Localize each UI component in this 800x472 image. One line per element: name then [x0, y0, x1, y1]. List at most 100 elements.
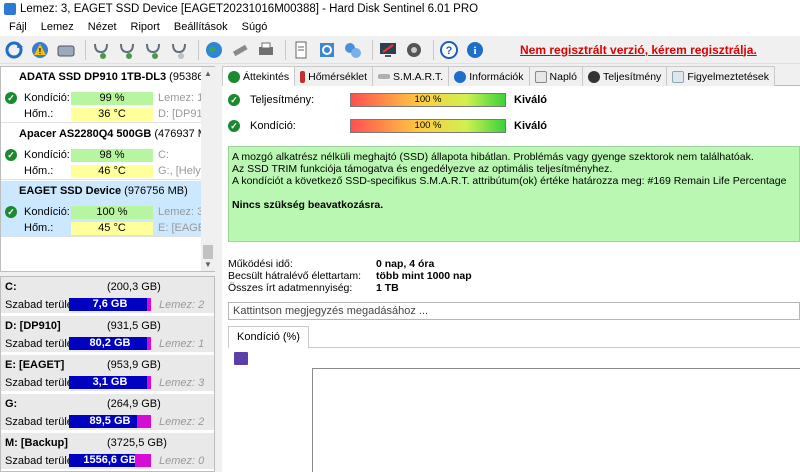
free-space-label: Szabad terület	[5, 416, 76, 428]
temp-value: 46 °C	[71, 164, 153, 178]
alert-icon[interactable]: !	[29, 39, 51, 61]
toolbar-separator	[198, 39, 199, 60]
health-chart-area	[312, 368, 800, 472]
info-value: több mint 1000 nap	[376, 270, 472, 282]
used-space-marker	[147, 337, 151, 350]
disk-aux: Lemez: 1	[158, 92, 201, 104]
tab-smart[interactable]: S.M.A.R.T.	[372, 66, 450, 86]
performance-value: 100 %	[414, 94, 442, 105]
disk-aux: D: [DP910]	[158, 108, 201, 120]
registration-warning-link[interactable]: Nem regisztrált verzió, kérem regisztrál…	[520, 43, 757, 57]
disk-name: ADATA SSD DP910 1TB-DL3 (953867 MB	[19, 71, 201, 83]
sync-icon[interactable]	[316, 39, 338, 61]
disk-item[interactable]: Apacer AS2280Q4 500GB (476937 MB) L ✓ Kon…	[1, 124, 201, 180]
scroll-thumb[interactable]	[203, 245, 213, 259]
check-icon: ✓	[5, 92, 17, 104]
free-space-label: Szabad terület	[5, 455, 76, 467]
free-space-value: 7,6 GB	[92, 298, 128, 310]
disk-icon[interactable]	[55, 39, 77, 61]
volume-size: (3725,5 GB)	[107, 437, 167, 449]
health-value: 100 %	[71, 205, 153, 219]
tab-label: Hőmérséklet	[308, 70, 368, 83]
status-line: Az SSD TRIM funkciója támogatva és enged…	[232, 163, 613, 175]
free-space-bar: 1556,6 GB	[69, 454, 151, 467]
speaker-icon[interactable]	[403, 39, 425, 61]
report-icon[interactable]	[290, 39, 312, 61]
tab-overview[interactable]: Áttekintés	[222, 66, 296, 87]
info-icon[interactable]: i	[464, 39, 486, 61]
disk-aux: E: [EAGET]	[158, 222, 201, 234]
tab-performance[interactable]: Teljesítmény	[581, 66, 668, 86]
health-value: 100 %	[414, 120, 442, 131]
tab-temperature[interactable]: Hőmérséklet	[294, 66, 374, 86]
disk-item[interactable]: ADATA SSD DP910 1TB-DL3 (953867 MB ✓ Kond…	[1, 67, 201, 123]
tab-bar: Áttekintés Hőmérséklet S.M.A.R.T. Inform…	[222, 66, 800, 87]
refresh-icon[interactable]	[3, 39, 25, 61]
tab-log[interactable]: Napló	[528, 66, 583, 86]
log-icon	[534, 70, 547, 83]
menu-help[interactable]: Súgó	[235, 21, 275, 33]
used-space-marker	[135, 454, 151, 467]
free-space-value: 89,5 GB	[89, 415, 131, 427]
tab-label: Áttekintés	[243, 71, 290, 83]
app-icon	[4, 3, 16, 15]
free-space-bar: 89,5 GB	[69, 415, 151, 428]
info-key: Becsült hátralévő élettartam:	[228, 270, 362, 282]
disk-list-scrollbar[interactable]: ▲ ▼	[201, 67, 215, 271]
alerts-icon	[672, 70, 685, 83]
free-space-value: 80,2 GB	[89, 337, 131, 349]
health-rating: Kiváló	[514, 120, 548, 132]
monitor-icon[interactable]	[377, 39, 399, 61]
title-bar: Lemez: 3, EAGET SSD Device [EAGET2023101…	[0, 0, 800, 18]
disk-size: (976756 MB)	[124, 185, 188, 197]
menu-disk[interactable]: Lemez	[34, 21, 81, 33]
print-icon[interactable]	[255, 39, 277, 61]
menu-report[interactable]: Riport	[124, 21, 167, 33]
stethoscope-icon[interactable]	[142, 39, 164, 61]
svg-text:?: ?	[446, 45, 453, 57]
status-description: A mozgó alkatrész nélküli meghajtó (SSD)…	[228, 146, 800, 242]
volume-item[interactable]: M: [Backup] (3725,5 GB) Szabad terület 15…	[1, 433, 214, 471]
menu-file[interactable]: Fájl	[2, 21, 34, 33]
menu-settings[interactable]: Beállítások	[167, 21, 235, 33]
health-label: Kondíció:	[24, 92, 70, 104]
used-space-marker	[147, 298, 151, 311]
volume-item[interactable]: E: [EAGET] (953,9 GB) Szabad terület 3,1 …	[1, 355, 214, 393]
volume-item[interactable]: G: (264,9 GB) Szabad terület 89,5 GB Leme…	[1, 394, 214, 432]
stethoscope-icon[interactable]	[90, 39, 112, 61]
free-space-bar: 3,1 GB	[69, 376, 151, 389]
volume-name: C:	[5, 281, 17, 293]
volume-size: (931,5 GB)	[107, 320, 161, 332]
tab-label: Napló	[549, 70, 577, 83]
scroll-up-icon[interactable]: ▲	[204, 69, 212, 78]
check-icon: ✓	[5, 206, 17, 218]
stethoscope-icon[interactable]	[168, 39, 190, 61]
free-space-label: Szabad terület	[5, 377, 76, 389]
stethoscope-icon[interactable]	[116, 39, 138, 61]
tab-label: S.M.A.R.T.	[393, 70, 444, 83]
window-title: Lemez: 3, EAGET SSD Device [EAGET2023101…	[20, 3, 479, 15]
volume-item[interactable]: D: [DP910] (931,5 GB) Szabad terület 80,2…	[1, 316, 214, 354]
disk-item-selected[interactable]: EAGET SSD Device (976756 MB) ✓ Kondíció: 1…	[1, 181, 201, 237]
globe-icon[interactable]	[203, 39, 225, 61]
health-value: 99 %	[71, 91, 153, 105]
note-input[interactable]: Kattintson megjegyzés megadásához ...	[228, 302, 800, 320]
tab-label: Információk	[469, 70, 524, 83]
help-icon[interactable]: ?	[438, 39, 460, 61]
menu-view[interactable]: Nézet	[81, 21, 124, 33]
save-icon[interactable]	[234, 352, 248, 365]
overview-content: ✓ Teljesítmény: 100 % Kiváló ✓ Kondíció:…	[222, 86, 800, 472]
tab-alerts[interactable]: Figyelmeztetések	[666, 66, 776, 86]
info-key: Összes írt adatmennyiség:	[228, 282, 353, 294]
tab-information[interactable]: Információk	[448, 66, 530, 86]
chart-tab-bar: Kondíció (%)	[228, 326, 800, 348]
network-icon[interactable]	[342, 39, 364, 61]
disk-model: EAGET SSD Device	[19, 185, 122, 197]
volume-list-panel: C: (200,3 GB) Szabad terület 7,6 GB Lemez…	[0, 276, 215, 472]
volume-item[interactable]: C: (200,3 GB) Szabad terület 7,6 GB Lemez…	[1, 277, 214, 315]
thermometer-icon	[300, 70, 306, 83]
satellite-icon[interactable]	[229, 39, 251, 61]
disk-model: ADATA SSD DP910 1TB-DL3	[19, 71, 167, 83]
scroll-down-icon[interactable]: ▼	[204, 260, 212, 269]
tab-health-percent[interactable]: Kondíció (%)	[228, 326, 309, 348]
